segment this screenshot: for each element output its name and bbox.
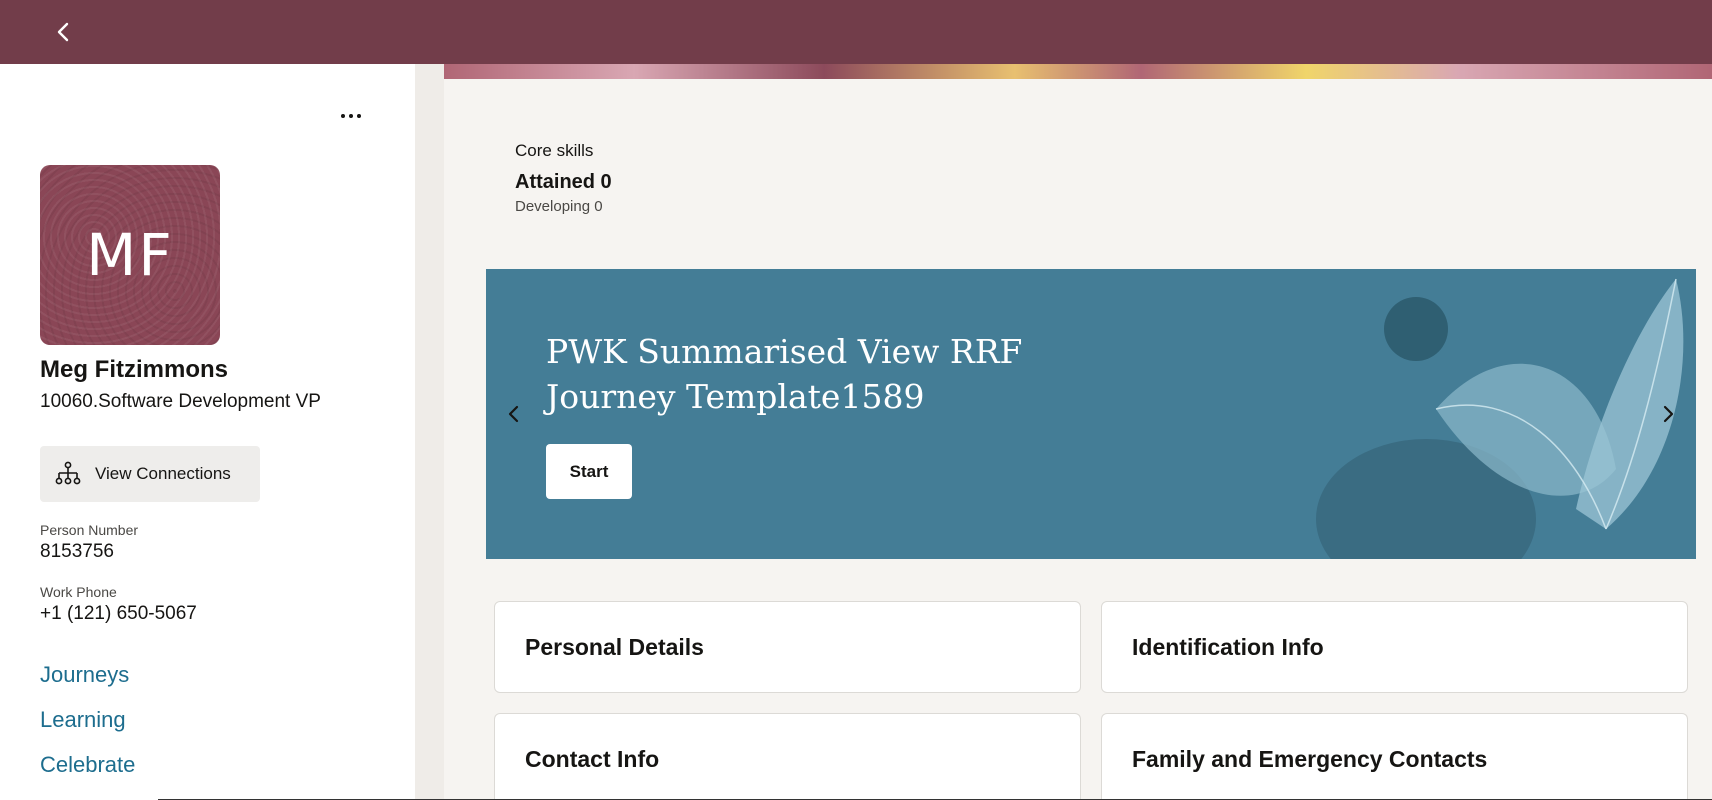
nav-link-celebrate[interactable]: Celebrate [40,752,135,778]
person-name: Meg Fitzimmons [40,356,229,383]
card-title: Identification Info [1132,634,1324,660]
chevron-left-icon [508,405,519,423]
top-bar [0,0,1712,64]
nav-link-learning[interactable]: Learning [40,707,126,733]
ellipsis-dot [349,114,353,118]
ellipsis-icon [341,114,345,118]
work-phone-value: +1 (121) 650-5067 [40,603,197,624]
nav-link-journeys[interactable]: Journeys [40,662,129,688]
back-button[interactable] [50,18,78,46]
banner-prev-button[interactable] [502,402,526,426]
person-title: 10060.Software Development VP [40,391,321,412]
banner-next-button[interactable] [1656,402,1680,426]
start-button[interactable]: Start [546,444,632,499]
person-number-value: 8153756 [40,541,114,562]
avatar-initials: MF [86,221,174,289]
view-connections-label: View Connections [95,464,231,483]
chevron-right-icon [1663,405,1674,423]
chevron-left-icon [57,22,69,42]
avatar: MF [40,165,220,345]
card-identification-info[interactable]: Identification Info [1101,601,1688,693]
journey-banner: PWK Summarised View RRF Journey Template… [486,269,1696,559]
panel-divider [415,64,444,800]
work-phone-label: Work Phone [40,584,117,600]
more-actions-button[interactable] [333,104,369,128]
card-title: Contact Info [525,746,660,772]
ellipsis-dot [357,114,361,118]
view-connections-button[interactable]: View Connections [40,446,260,502]
profile-panel: MF Meg Fitzimmons 10060.Software Develop… [0,64,415,800]
hero-image [444,64,1712,79]
journey-title: PWK Summarised View RRF Journey Template… [546,332,1023,416]
skills-developing: Developing 0 [515,198,603,215]
card-personal-details[interactable]: Personal Details [494,601,1081,693]
card-family-emergency-contacts[interactable]: Family and Emergency Contacts [1101,713,1688,800]
core-skills-heading: Core skills [515,141,594,160]
card-title: Family and Emergency Contacts [1132,746,1488,772]
person-number-label: Person Number [40,522,139,538]
card-contact-info[interactable]: Contact Info [494,713,1081,800]
card-title: Personal Details [525,634,704,660]
skills-attained: Attained 0 [515,171,612,193]
org-chart-icon [55,461,81,485]
leaf-illustration [1316,278,1684,559]
